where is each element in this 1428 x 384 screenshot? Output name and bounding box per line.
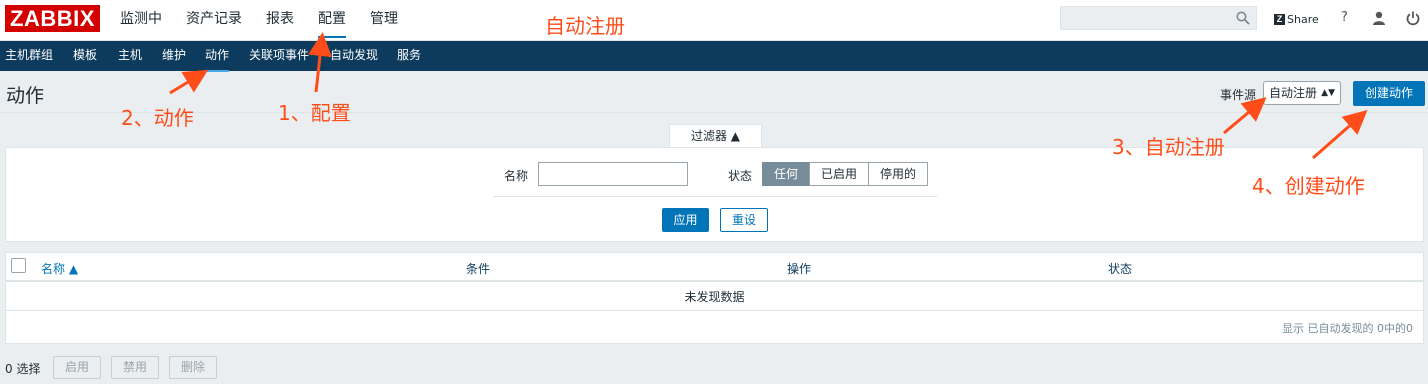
event-source-label: 事件源 <box>1220 88 1257 102</box>
subnav-hosts[interactable]: 主机 <box>118 41 142 70</box>
mass-disable-button[interactable]: 禁用 <box>111 356 159 379</box>
select-arrows-icon: ▲▼ <box>1321 88 1335 98</box>
sign-out-icon[interactable] <box>1405 10 1421 26</box>
no-data-message: 未发现数据 <box>5 283 1424 311</box>
subnav-maintenance[interactable]: 维护 <box>162 41 186 70</box>
filter-name-label: 名称 <box>504 169 529 183</box>
zabbix-logo[interactable]: ZABBIX <box>5 5 100 32</box>
subnav-discovery[interactable]: 自动发现 <box>330 41 378 70</box>
menu-reports[interactable]: 报表 <box>266 0 294 38</box>
subnav-templates[interactable]: 模板 <box>73 41 97 70</box>
main-menu: 监测中 资产记录 报表 配置 管理 <box>120 0 422 38</box>
share-label: Share <box>1287 12 1319 26</box>
top-header: ZABBIX 监测中 资产记录 报表 配置 管理 Z Share ? <box>0 0 1428 41</box>
paging-summary: 显示 已自动发现的 0中的0 <box>1282 322 1413 335</box>
filter-panel <box>5 147 1424 242</box>
apply-button[interactable]: 应用 <box>662 208 709 232</box>
help-icon[interactable]: ? <box>1341 10 1348 25</box>
status-disabled-option[interactable]: 停用的 <box>868 162 928 186</box>
arrow-to-actions <box>169 69 209 95</box>
selected-count: 0 选择 <box>5 362 41 376</box>
column-operations-header: 操作 <box>787 262 812 276</box>
column-name-header[interactable]: 名称 ▲ <box>41 260 78 277</box>
annotation-step1: 1、配置 <box>278 101 351 125</box>
status-any-option[interactable]: 任何 <box>762 162 810 186</box>
sub-navigation: 主机群组 模板 主机 维护 动作 关联项事件 自动发现 服务 <box>0 41 1428 72</box>
subnav-event-correlation[interactable]: 关联项事件 <box>249 41 309 70</box>
menu-administration[interactable]: 管理 <box>370 0 398 38</box>
subnav-host-groups[interactable]: 主机群组 <box>5 41 53 70</box>
arrow-to-event-source <box>1223 97 1267 135</box>
status-enabled-option[interactable]: 已启用 <box>809 162 869 186</box>
menu-monitoring[interactable]: 监测中 <box>120 0 162 38</box>
filter-name-input[interactable] <box>538 162 688 186</box>
subnav-services[interactable]: 服务 <box>397 41 421 70</box>
annotation-step3: 3、自动注册 <box>1112 135 1225 159</box>
menu-configuration[interactable]: 配置 <box>318 0 346 38</box>
column-status-header: 状态 <box>1108 262 1133 276</box>
create-action-button[interactable]: 创建动作 <box>1353 81 1425 106</box>
event-source-select[interactable]: 自动注册 ▲▼ <box>1263 81 1341 105</box>
reset-button[interactable]: 重设 <box>720 208 768 232</box>
share-link[interactable]: Z Share <box>1274 11 1319 27</box>
subnav-actions[interactable]: 动作 <box>205 41 230 72</box>
annotation-step4: 4、创建动作 <box>1252 174 1365 198</box>
filter-divider <box>493 196 937 197</box>
header-divider <box>0 112 1428 113</box>
mass-enable-button[interactable]: 启用 <box>53 356 101 379</box>
page-title: 动作 <box>6 85 45 107</box>
menu-inventory[interactable]: 资产记录 <box>186 0 242 38</box>
filter-status-label: 状态 <box>728 169 753 183</box>
zabbix-share-icon: Z <box>1274 13 1285 25</box>
mass-delete-button[interactable]: 删除 <box>169 356 217 379</box>
user-profile-icon[interactable] <box>1372 11 1386 25</box>
search-icon[interactable] <box>1236 11 1250 25</box>
search-input[interactable] <box>1060 6 1257 30</box>
annotation-top-title: 自动注册 <box>545 14 625 38</box>
column-conditions-header: 条件 <box>466 262 491 276</box>
annotation-step2: 2、动作 <box>121 106 194 130</box>
table-header <box>5 252 1424 282</box>
filter-tab[interactable]: 过滤器 ▲ <box>669 124 762 148</box>
select-all-checkbox[interactable] <box>11 258 26 273</box>
event-source-value: 自动注册 <box>1269 86 1318 100</box>
